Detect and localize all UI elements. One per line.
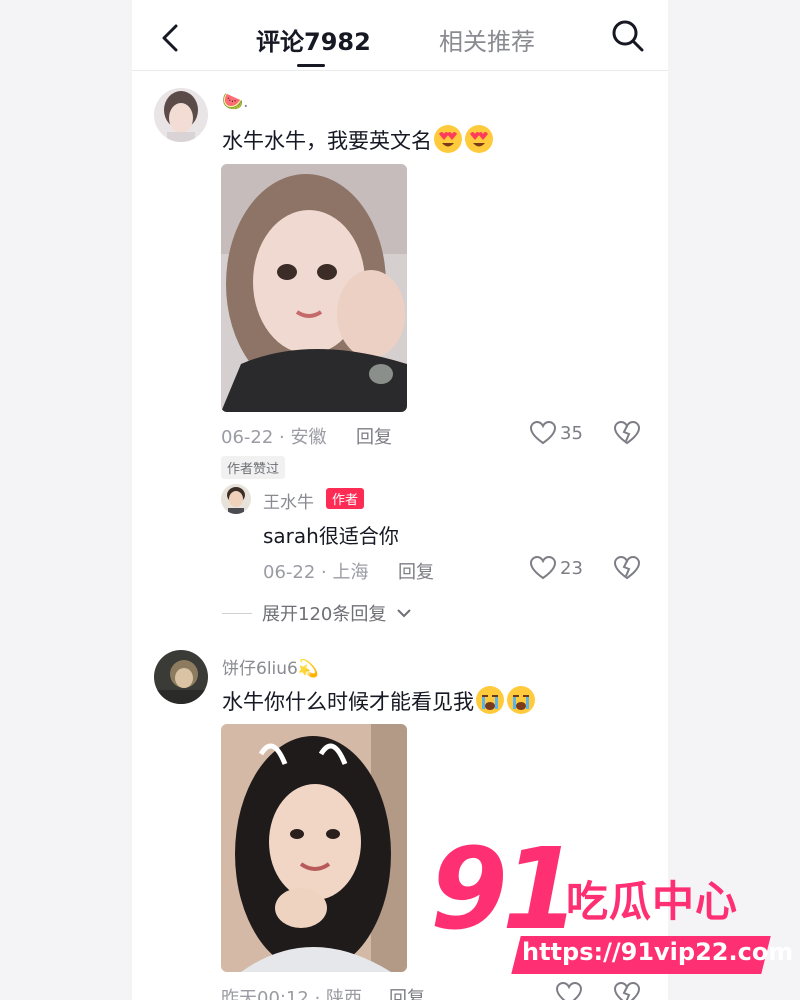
divider-line <box>222 612 252 614</box>
back-chevron-icon <box>162 24 178 52</box>
tab-related-recommendations[interactable]: 相关推荐 <box>439 22 535 57</box>
comment-photo[interactable] <box>221 724 407 972</box>
comment-photo[interactable] <box>221 164 407 412</box>
dislike-button[interactable] <box>613 555 641 584</box>
comment-username[interactable]: 🍉. <box>222 92 249 112</box>
back-button[interactable] <box>154 20 190 56</box>
watermark-number: 91 <box>430 825 580 955</box>
comment-meta: 昨天00:12 · 陕西 <box>221 988 363 1000</box>
heart-outline-icon <box>530 556 556 580</box>
tab-comments[interactable]: 评论7982 <box>256 22 371 57</box>
like-button[interactable]: 23 <box>530 556 583 580</box>
like-count: 23 <box>560 557 583 579</box>
author-liked-badge: 作者赞过 <box>221 456 286 479</box>
search-button[interactable] <box>608 16 648 56</box>
heart-eyes-emoji <box>434 125 462 153</box>
comment-text-content: 水牛你什么时候才能看见我 <box>222 690 474 714</box>
reply-button[interactable]: 回复 <box>389 984 425 1000</box>
expand-replies-label: 展开120条回复 <box>262 604 387 625</box>
comment-text: 水牛你什么时候才能看见我 <box>222 685 536 716</box>
avatar[interactable] <box>154 650 208 704</box>
comment-text-content: 水牛水牛，我要英文名 <box>222 129 432 153</box>
reply-button[interactable]: 回复 <box>398 558 434 584</box>
reply-username[interactable]: 王水牛 <box>263 488 314 513</box>
like-count: 35 <box>560 422 583 444</box>
dislike-button[interactable] <box>613 420 641 449</box>
author-badge: 作者 <box>326 488 365 509</box>
crying-emoji <box>507 686 535 714</box>
watermark: 91 吃瓜中心 https://91vip22.com <box>430 834 794 990</box>
reply-avatar[interactable] <box>221 484 251 514</box>
search-icon <box>612 20 644 52</box>
expand-replies-button[interactable]: 展开120条回复 <box>222 600 412 626</box>
reply-text: sarah很适合你 <box>263 524 399 548</box>
watermark-url: https://91vip22.com <box>522 938 794 966</box>
reply-meta: 06-22 · 上海 <box>263 562 369 583</box>
comment-text: 水牛水牛，我要英文名 <box>222 124 494 155</box>
comment-meta: 06-22 · 安徽 <box>221 427 327 448</box>
reply-button[interactable]: 回复 <box>356 423 392 449</box>
heart-outline-icon <box>530 421 556 445</box>
broken-heart-icon <box>613 420 641 445</box>
like-button[interactable]: 35 <box>530 421 583 445</box>
broken-heart-icon <box>613 555 641 580</box>
watermark-text: 吃瓜中心 <box>566 877 739 926</box>
avatar[interactable] <box>154 88 208 142</box>
comment-username[interactable]: 饼仔6liu6💫 <box>222 654 319 679</box>
active-tab-indicator <box>297 64 325 67</box>
header-bar: 评论7982 相关推荐 <box>132 0 668 71</box>
chevron-down-icon <box>397 609 412 618</box>
heart-eyes-emoji <box>465 125 493 153</box>
crying-emoji <box>476 686 504 714</box>
